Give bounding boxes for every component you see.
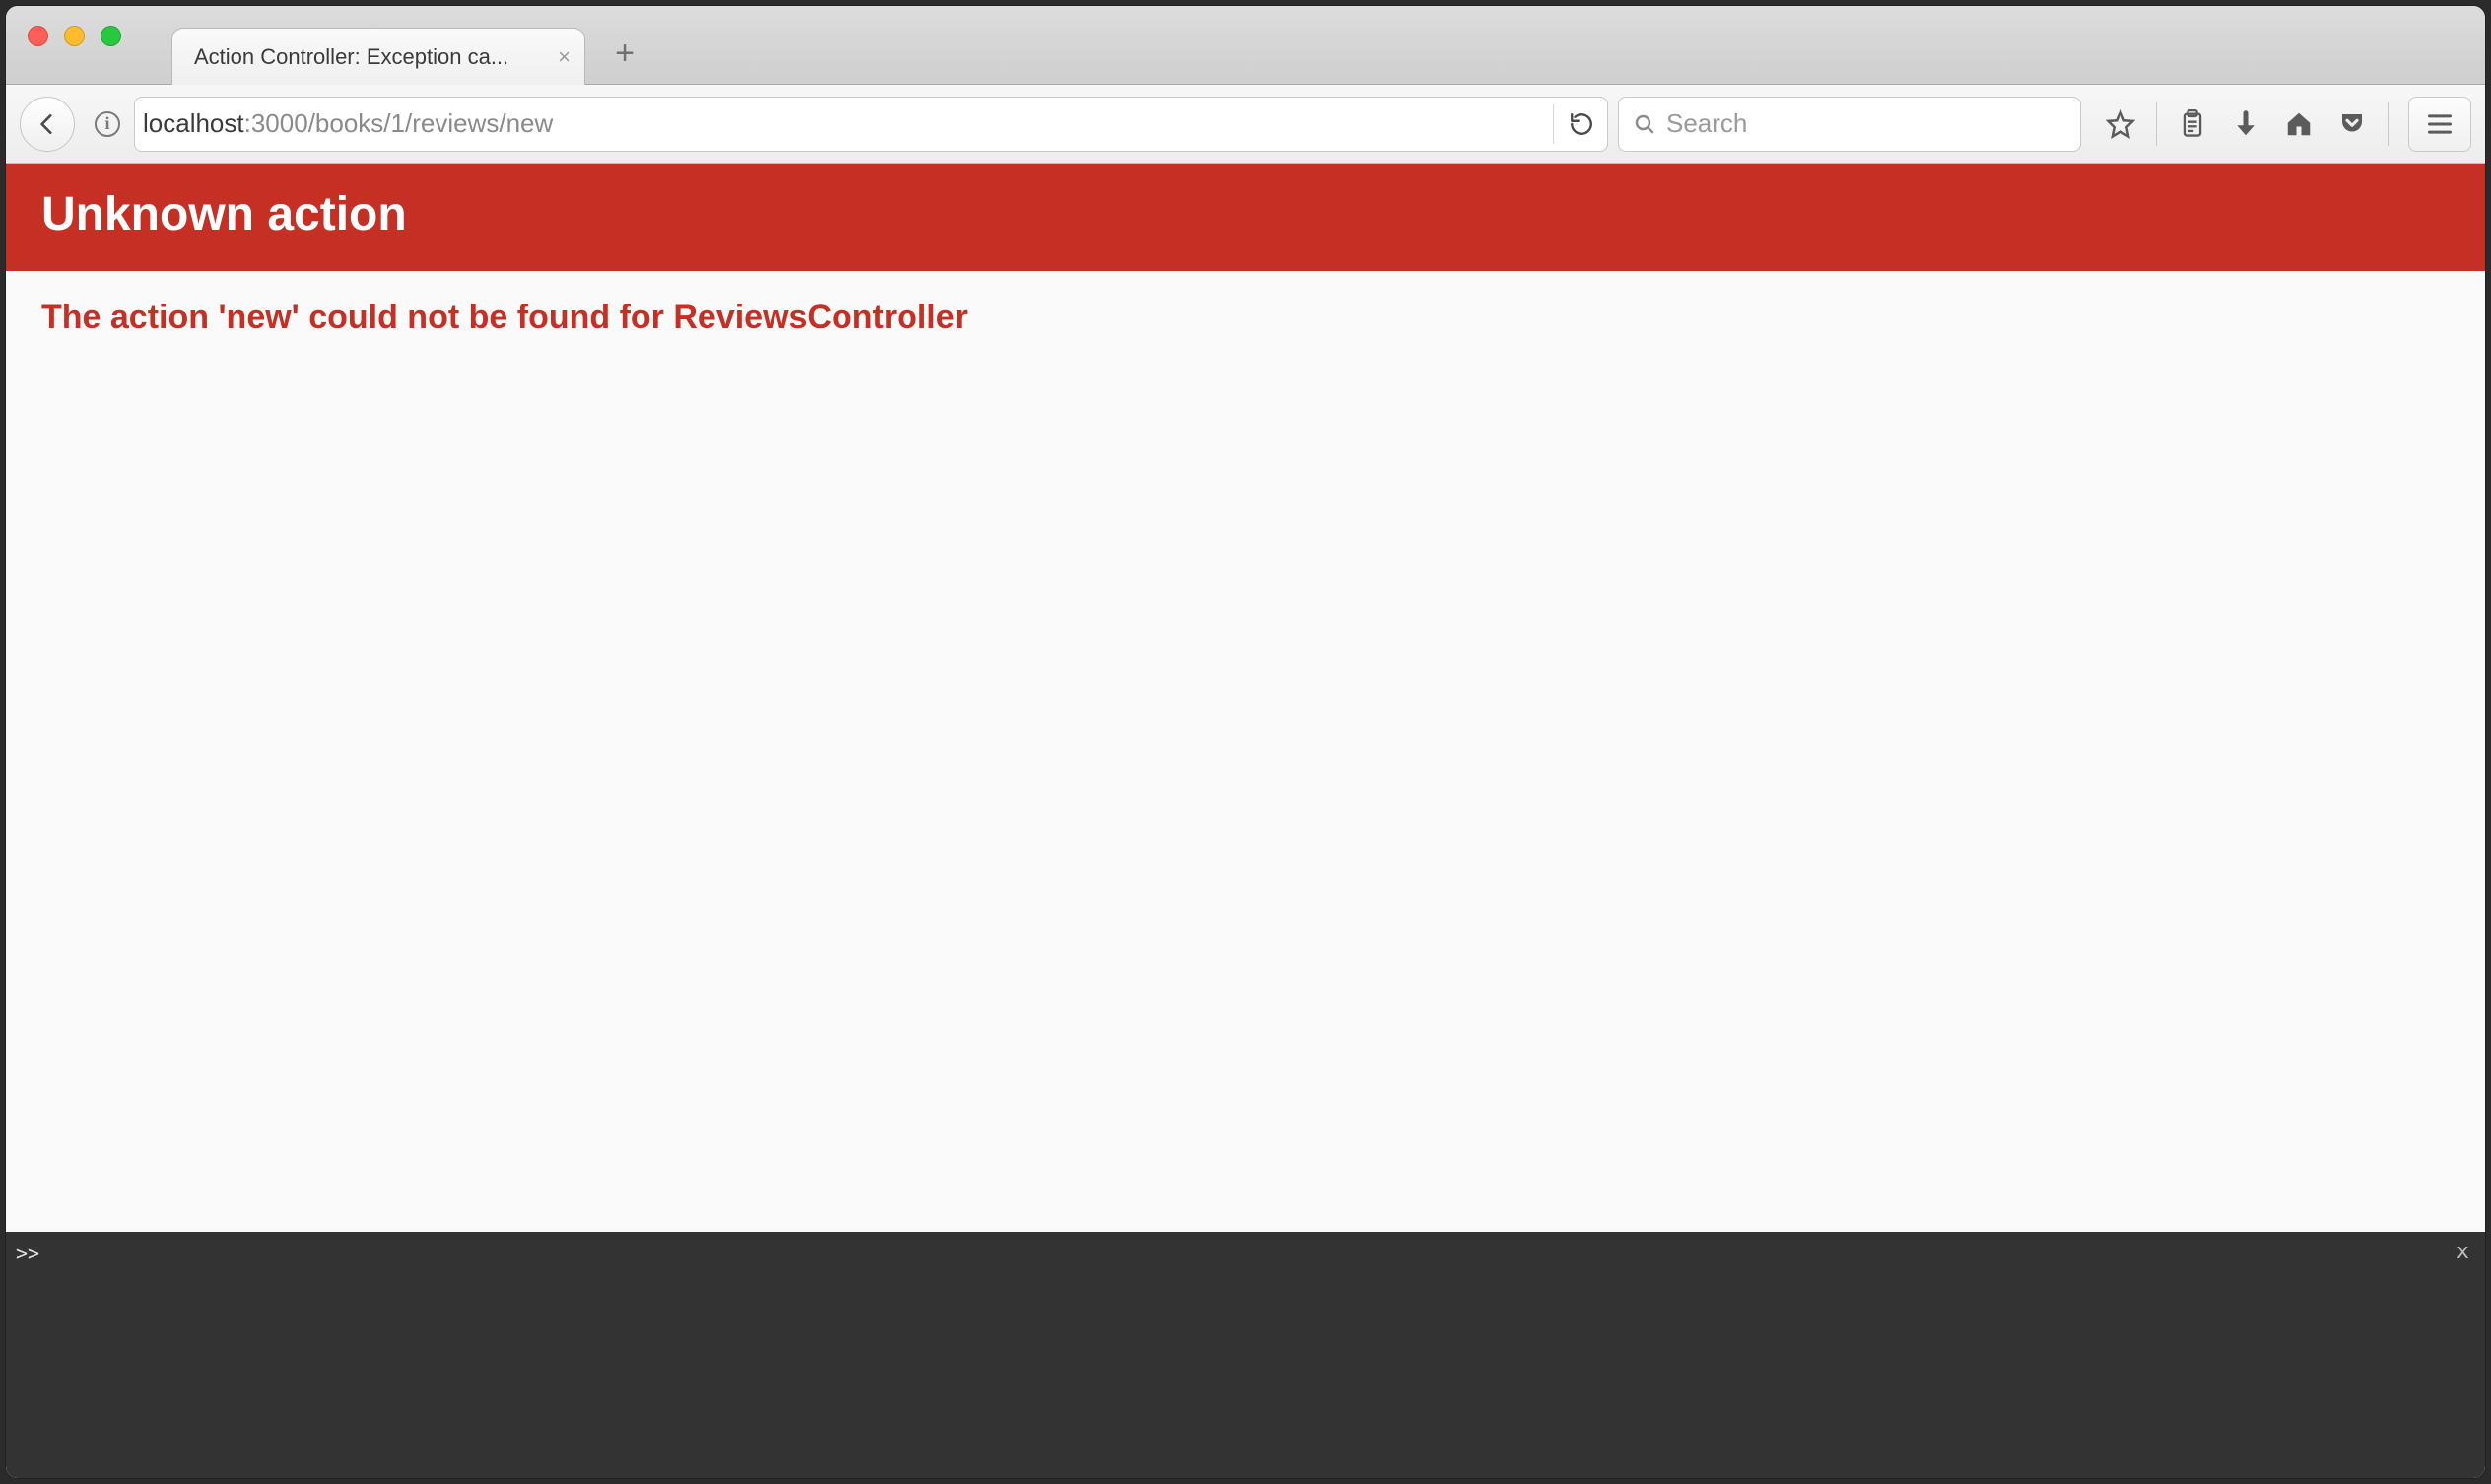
url-path: /books/1/reviews/new [308, 108, 554, 138]
pocket-button[interactable] [2328, 101, 2376, 148]
downloads-button[interactable] [2222, 101, 2269, 148]
pocket-icon [2337, 109, 2367, 139]
star-icon [2106, 109, 2135, 139]
back-arrow-icon [34, 111, 60, 137]
new-tab-button[interactable]: + [607, 38, 642, 74]
url-port: :3000 [244, 108, 308, 138]
window-controls [28, 26, 121, 46]
back-button[interactable] [20, 97, 75, 152]
error-title: Unknown action [41, 187, 2450, 241]
console-prompt: >> [16, 1242, 39, 1265]
console-close-icon[interactable]: x [2457, 1240, 2469, 1264]
toolbar-separator [2156, 102, 2157, 146]
home-icon [2284, 109, 2314, 139]
page-blank-area [6, 365, 2485, 1232]
browser-window: Action Controller: Exception ca... × + i… [6, 6, 2485, 1478]
rails-error-header: Unknown action [6, 164, 2485, 271]
search-input[interactable] [1666, 108, 2066, 139]
download-arrow-icon [2231, 109, 2260, 139]
clipboard-button[interactable] [2169, 101, 2216, 148]
reload-button[interactable] [1568, 110, 1595, 138]
plus-icon: + [615, 34, 635, 72]
close-window-button[interactable] [28, 26, 48, 46]
address-bar[interactable]: localhost:3000/books/1/reviews/new [134, 97, 1608, 152]
hamburger-icon [2426, 112, 2454, 136]
hamburger-menu-button[interactable] [2408, 97, 2471, 152]
error-message: The action 'new' could not be found for … [41, 299, 2450, 337]
rails-web-console[interactable]: >> x [6, 1232, 2485, 1478]
browser-tab[interactable]: Action Controller: Exception ca... × [171, 28, 585, 85]
search-icon [1633, 112, 1656, 136]
tab-close-icon[interactable]: × [558, 44, 571, 70]
rails-error-body: The action 'new' could not be found for … [6, 271, 2485, 365]
url-host: localhost [143, 108, 244, 138]
clipboard-icon [2179, 109, 2206, 139]
minimize-window-button[interactable] [64, 26, 85, 46]
titlebar: Action Controller: Exception ca... × + [6, 6, 2485, 85]
bookmark-star-button[interactable] [2097, 101, 2144, 148]
reload-icon [1569, 111, 1594, 137]
toolbar-icons [2097, 97, 2471, 152]
addressbar-divider [1553, 104, 1554, 144]
site-info-icon[interactable]: i [95, 111, 120, 137]
home-button[interactable] [2275, 101, 2323, 148]
tab-strip: Action Controller: Exception ca... × + [171, 6, 642, 84]
toolbar: i localhost:3000/books/1/reviews/new [6, 85, 2485, 164]
address-text: localhost:3000/books/1/reviews/new [143, 108, 553, 139]
page-viewport: Unknown action The action 'new' could no… [6, 164, 2485, 1478]
tab-title: Action Controller: Exception ca... [194, 44, 508, 70]
toolbar-separator [2388, 102, 2389, 146]
search-box[interactable] [1618, 97, 2081, 152]
zoom-window-button[interactable] [101, 26, 121, 46]
